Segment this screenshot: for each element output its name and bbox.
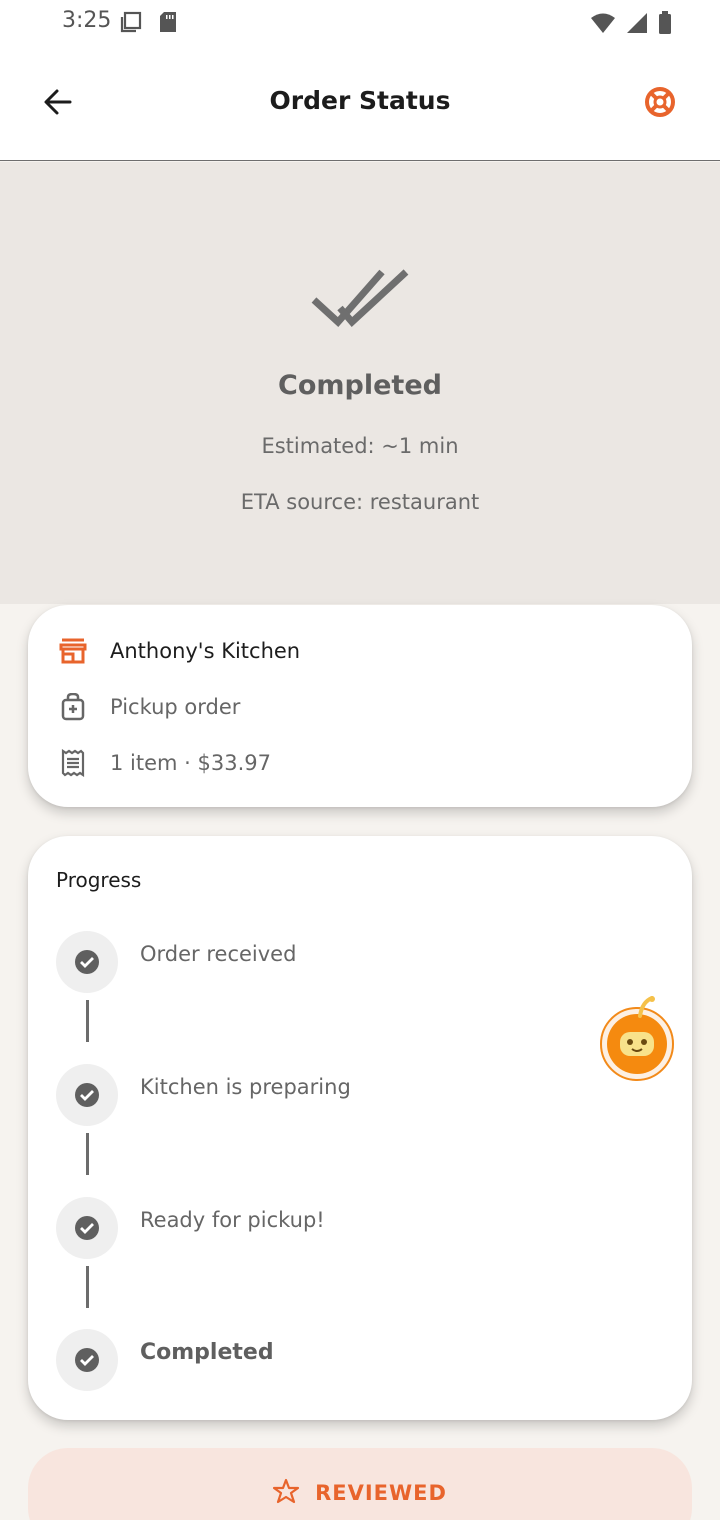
order-type: Pickup order bbox=[110, 695, 241, 719]
help-button[interactable] bbox=[640, 84, 680, 120]
star-sparkle-icon bbox=[272, 1478, 301, 1508]
step-check-icon bbox=[56, 1197, 118, 1259]
order-summary: 1 item · $33.97 bbox=[110, 751, 271, 775]
step-label: Ready for pickup! bbox=[140, 1208, 325, 1232]
progress-card: Progress Order received Kitchen is prepa… bbox=[28, 836, 692, 1420]
status-bar: 3:25 bbox=[0, 0, 720, 44]
order-summary-row: 1 item · $33.97 bbox=[58, 745, 271, 781]
receipt-icon bbox=[58, 748, 88, 778]
reviewed-label: REVIEWED bbox=[315, 1481, 447, 1505]
status-time: 3:25 bbox=[62, 8, 112, 33]
sd-card-icon bbox=[158, 11, 178, 37]
step-connector bbox=[86, 1000, 89, 1042]
order-status-text: Completed bbox=[278, 370, 442, 401]
lifebuoy-icon bbox=[645, 87, 675, 117]
order-info-card: Anthony's Kitchen Pickup order 1 item · … bbox=[28, 605, 692, 807]
step-label: Kitchen is preparing bbox=[140, 1075, 351, 1099]
assistant-mascot-button[interactable] bbox=[596, 996, 678, 1082]
progress-title: Progress bbox=[56, 868, 142, 892]
screenshot-icon bbox=[120, 11, 142, 37]
step-check-icon bbox=[56, 1329, 118, 1391]
step-check-icon bbox=[56, 931, 118, 993]
step-label-current: Completed bbox=[140, 1340, 274, 1365]
eta-source: ETA source: restaurant bbox=[240, 490, 480, 514]
restaurant-row: Anthony's Kitchen bbox=[58, 633, 300, 669]
page-title: Order Status bbox=[269, 86, 451, 115]
step-label: Order received bbox=[140, 942, 297, 966]
battery-icon bbox=[658, 11, 672, 39]
restaurant-name: Anthony's Kitchen bbox=[110, 639, 301, 663]
status-hero: Completed Estimated: ~1 min ETA source: … bbox=[0, 162, 720, 604]
step-check-icon bbox=[56, 1064, 118, 1126]
order-type-row: Pickup order bbox=[58, 689, 240, 725]
double-check-icon bbox=[308, 266, 412, 334]
wifi-icon bbox=[590, 12, 616, 38]
step-connector bbox=[86, 1133, 89, 1175]
reviewed-button[interactable]: REVIEWED bbox=[28, 1448, 692, 1520]
app-bar: Order Status bbox=[0, 44, 720, 161]
cell-signal-icon bbox=[626, 12, 648, 38]
storefront-icon bbox=[58, 636, 88, 666]
shopping-bag-icon bbox=[58, 692, 88, 722]
robot-mascot-icon bbox=[600, 996, 674, 1081]
estimated-time: Estimated: ~1 min bbox=[261, 434, 459, 458]
step-connector bbox=[86, 1266, 89, 1308]
